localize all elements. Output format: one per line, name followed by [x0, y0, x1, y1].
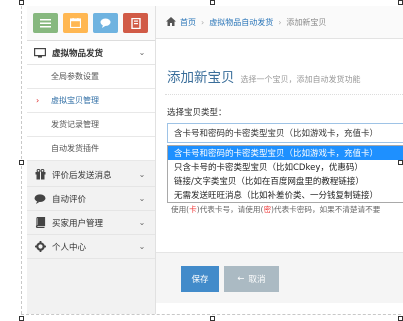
- users-icon: [100, 18, 111, 28]
- resize-handle[interactable]: [19, 0, 24, 5]
- main-content: 首页 › 虚拟物品自动发货 › 添加新宝贝 添加新宝贝 选择一个宝贝，添加自动发货…: [156, 6, 403, 314]
- cogs-icon: [130, 17, 141, 29]
- sidebar: 虚拟物品发货 ⌄ 全局参数设置 › 虚拟宝贝管理 发货记录管理 自动发货插件 评…: [27, 6, 156, 314]
- sidebar-subitem-global-settings[interactable]: 全局参数设置: [27, 65, 155, 89]
- shortcut-button-cogs[interactable]: [123, 13, 148, 33]
- help-text: 使用(卡)代表卡号，请使用(密)代表卡密码，如果不清楚请不要: [171, 204, 380, 215]
- sidebar-item-post-review-message[interactable]: 评价后发送消息 ⌄: [27, 163, 155, 187]
- chevron-down-icon: ⌄: [138, 194, 146, 203]
- breadcrumb-home-link[interactable]: 首页: [180, 17, 196, 28]
- item-type-select[interactable]: 含卡号和密码的卡密类型宝贝（比如游戏卡，充值卡）: [167, 123, 403, 143]
- arrow-left-icon: ←: [237, 274, 245, 284]
- item-type-option[interactable]: 无需发送旺旺消息（比如补差价类、一分钱复制链接）: [168, 188, 403, 202]
- breadcrumb: 首页 › 虚拟物品自动发货 › 添加新宝贝: [156, 6, 403, 39]
- resize-handle[interactable]: [398, 316, 403, 321]
- help-text-password-token: 密: [263, 205, 272, 214]
- chevron-down-icon: ⌄: [138, 218, 146, 227]
- sidebar-item-buyer-management[interactable]: 买家用户管理 ⌄: [27, 211, 155, 235]
- selection-guide-horizontal: [21, 314, 401, 315]
- resize-handle[interactable]: [210, 316, 215, 321]
- sidebar-subitem-label: 虚拟宝贝管理: [51, 96, 99, 105]
- chevron-down-icon: ⌄: [138, 170, 146, 179]
- sidebar-item-personal-center[interactable]: 个人中心 ⌄: [27, 235, 155, 259]
- shortcut-button-users[interactable]: [93, 13, 118, 33]
- chevron-down-icon: ⌄: [138, 48, 146, 57]
- help-text-prefix: 使用(: [171, 205, 190, 214]
- sidebar-subitem-label: 自动发货插件: [51, 144, 99, 153]
- breadcrumb-current: 添加新宝贝: [286, 17, 327, 27]
- sidebar-item-label: 评价后发送消息: [52, 170, 112, 181]
- cancel-button-label: 取消: [248, 275, 266, 285]
- sidebar-subitem-label: 全局参数设置: [51, 72, 99, 81]
- help-text-card-token: 卡: [189, 205, 197, 214]
- home-icon: [166, 16, 176, 28]
- book-icon: [34, 217, 46, 229]
- sidebar-group-virtual-goods[interactable]: 虚拟物品发货 ⌄: [27, 41, 155, 65]
- chevron-down-icon: ⌄: [138, 242, 146, 251]
- desktop-icon: [34, 47, 46, 59]
- resize-handle[interactable]: [19, 160, 24, 165]
- gift-icon: [34, 169, 46, 181]
- breadcrumb-separator: ›: [201, 17, 205, 27]
- active-marker-icon: ›: [36, 96, 40, 105]
- sidebar-item-label: 个人中心: [52, 242, 87, 253]
- resize-handle[interactable]: [398, 160, 403, 165]
- save-button[interactable]: 保存: [181, 266, 219, 292]
- shortcut-button-signal[interactable]: [33, 13, 58, 33]
- breadcrumb-section-link[interactable]: 虚拟物品自动发货: [209, 17, 273, 28]
- signal-icon: [40, 18, 51, 28]
- comment-icon: [34, 193, 46, 205]
- pencil-icon: [70, 18, 81, 28]
- save-button-label: 保存: [191, 275, 209, 285]
- sidebar-shortcuts: [27, 6, 155, 41]
- breadcrumb-separator: ›: [278, 17, 282, 27]
- item-type-label: 选择宝贝类型：: [167, 108, 227, 118]
- sidebar-item-label: 买家用户管理: [52, 218, 104, 229]
- cancel-button[interactable]: ← 取消: [224, 266, 279, 292]
- page-title-text: 添加新宝贝: [167, 70, 235, 86]
- item-type-options: 含卡号和密码的卡密类型宝贝（比如游戏卡，充值卡） 只含卡号的卡密类型宝贝（比如C…: [167, 145, 403, 203]
- sidebar-subitem-shipping-records[interactable]: 发货记录管理: [27, 113, 155, 137]
- resize-handle[interactable]: [210, 0, 215, 5]
- sidebar-subitem-virtual-item-management[interactable]: › 虚拟宝贝管理: [27, 89, 155, 113]
- shortcut-button-pencil[interactable]: [63, 13, 88, 33]
- form-actions: 保存 ← 取消: [156, 252, 403, 303]
- sidebar-subitem-label: 发货记录管理: [51, 120, 99, 129]
- item-type-option[interactable]: 含卡号和密码的卡密类型宝贝（比如游戏卡，充值卡）: [168, 146, 403, 160]
- sidebar-group-label: 虚拟物品发货: [52, 48, 104, 59]
- cog-icon: [34, 241, 46, 253]
- sidebar-subitem-auto-ship-plugin[interactable]: 自动发货插件: [27, 137, 155, 161]
- page-subtitle: 选择一个宝贝，添加自动发货功能: [240, 75, 361, 84]
- sidebar-item-label: 自动评价: [52, 194, 87, 205]
- help-text-mid: )代表卡号，请使用(: [196, 205, 264, 214]
- screenshot-frame: 虚拟物品发货 ⌄ 全局参数设置 › 虚拟宝贝管理 发货记录管理 自动发货插件 评…: [0, 0, 403, 321]
- help-text-suffix: )代表卡密码，如果不清楚请不要: [271, 205, 381, 214]
- resize-handle[interactable]: [398, 0, 403, 5]
- resize-handle[interactable]: [19, 316, 24, 321]
- divider: [165, 94, 403, 95]
- sidebar-item-auto-review[interactable]: 自动评价 ⌄: [27, 187, 155, 211]
- item-type-option[interactable]: 链接/文字类宝贝（比如在百度网盘里的教程链接）: [168, 174, 403, 188]
- item-type-option[interactable]: 只含卡号的卡密类型宝贝（比如CDkey，优惠码）: [168, 160, 403, 174]
- page-title: 添加新宝贝 选择一个宝贝，添加自动发货功能: [167, 66, 361, 86]
